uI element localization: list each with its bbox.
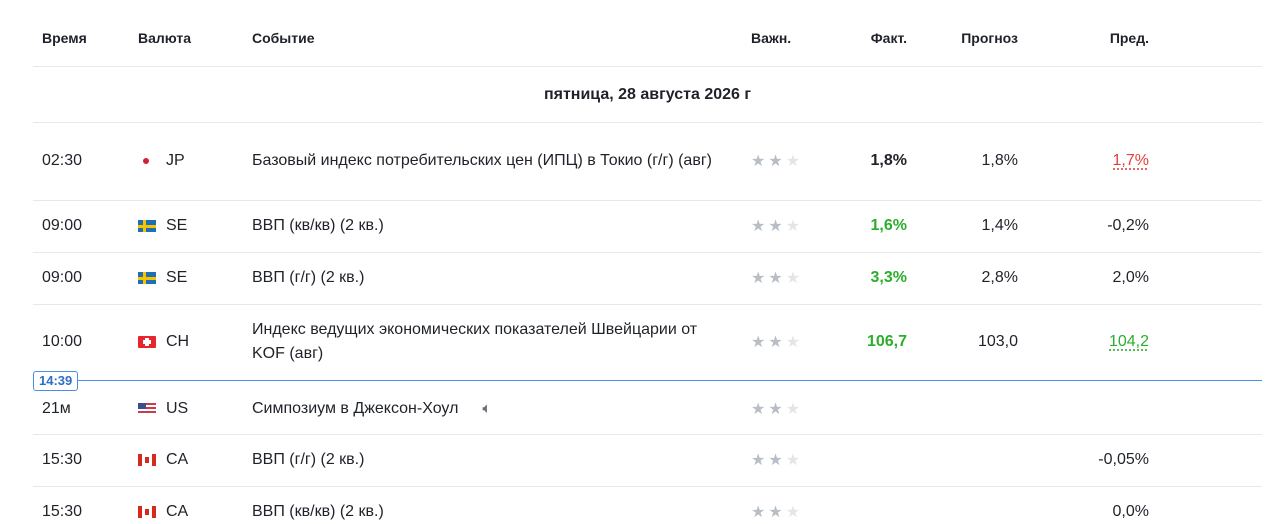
star-filled-icon: ★ <box>768 334 783 351</box>
canada-flag-icon <box>138 506 156 518</box>
star-filled-icon: ★ <box>768 452 783 469</box>
event-currency: SE <box>138 217 187 235</box>
event-title[interactable]: ВВП (кв/кв) (2 кв.) <box>252 500 722 524</box>
event-title[interactable]: Базовый индекс потребительских цен (ИПЦ)… <box>252 149 722 173</box>
currency-code: CA <box>166 503 189 520</box>
table-row[interactable]: 15:30 CA ВВП (кв/кв) (2 кв.) ★ ★ ★ 0,0% <box>33 486 1262 521</box>
header-previous[interactable]: Пред. <box>1110 30 1149 46</box>
event-title[interactable]: ВВП (г/г) (2 кв.) <box>252 266 722 290</box>
importance-stars: ★ ★ ★ <box>751 502 800 522</box>
usa-flag-icon <box>138 403 156 415</box>
event-time: 10:00 <box>42 333 83 350</box>
currency-code: SE <box>166 269 188 286</box>
event-currency: US <box>138 400 188 418</box>
importance-stars: ★ ★ ★ <box>751 216 800 236</box>
star-filled-icon: ★ <box>768 504 783 521</box>
star-empty-icon: ★ <box>785 401 801 418</box>
event-title[interactable]: Индекс ведущих экономических показателей… <box>252 318 722 366</box>
importance-stars: ★ ★ ★ <box>751 332 800 352</box>
event-forecast: 1,8% <box>981 152 1018 169</box>
canada-flag-icon <box>138 454 156 466</box>
event-previous: -0,05% <box>1098 451 1149 468</box>
event-title[interactable]: ВВП (кв/кв) (2 кв.) <box>252 214 722 238</box>
star-filled-icon: ★ <box>768 270 783 287</box>
current-time-line <box>33 380 1262 381</box>
event-time: 09:00 <box>42 269 83 286</box>
event-forecast: 1,4% <box>981 217 1018 234</box>
star-filled-icon: ★ <box>751 401 766 418</box>
speaker-icon[interactable]: 🔈︎ <box>482 397 491 421</box>
event-title-cell: Симпозиум в Джексон-Хоул 🔈︎ <box>252 397 722 421</box>
event-currency: CA <box>138 503 188 521</box>
sweden-flag-icon <box>138 220 156 232</box>
star-empty-icon: ★ <box>785 452 801 469</box>
table-row[interactable]: 02:30 JP Базовый индекс потребительских … <box>33 122 1262 201</box>
event-actual: 3,3% <box>870 269 907 286</box>
date-group-row: пятница, 28 августа 2026 г <box>33 66 1262 123</box>
star-filled-icon: ★ <box>751 452 766 469</box>
table-row[interactable]: 09:00 SE ВВП (кв/кв) (2 кв.) ★ ★ ★ 1,6% 1,… <box>33 200 1262 253</box>
header-actual[interactable]: Факт. <box>871 30 907 46</box>
event-currency: CH <box>138 333 189 351</box>
currency-code: CH <box>166 333 190 350</box>
star-filled-icon: ★ <box>768 153 783 170</box>
table-row[interactable]: 15:30 CA ВВП (г/г) (2 кв.) ★ ★ ★ -0,05% <box>33 434 1262 487</box>
event-actual: 1,6% <box>870 217 907 234</box>
star-filled-icon: ★ <box>751 334 766 351</box>
currency-code: CA <box>166 451 189 468</box>
event-forecast: 103,0 <box>977 333 1018 350</box>
japan-flag-icon <box>138 155 156 167</box>
importance-stars: ★ ★ ★ <box>751 268 800 288</box>
currency-code: US <box>166 400 189 417</box>
table-row[interactable]: 10:00 CH Индекс ведущих экономических по… <box>33 304 1262 380</box>
star-filled-icon: ★ <box>751 504 766 521</box>
event-time: 15:30 <box>42 451 83 468</box>
event-actual: 106,7 <box>866 333 907 350</box>
event-title[interactable]: Симпозиум в Джексон-Хоул <box>252 400 458 417</box>
star-empty-icon: ★ <box>785 334 801 351</box>
star-empty-icon: ★ <box>785 218 801 235</box>
importance-stars: ★ ★ ★ <box>751 450 800 470</box>
event-previous[interactable]: 1,7% <box>1113 152 1149 170</box>
sweden-flag-icon <box>138 272 156 284</box>
star-filled-icon: ★ <box>751 153 766 170</box>
event-actual: 1,8% <box>870 152 907 169</box>
event-previous: -0,2% <box>1107 217 1149 234</box>
calendar-header: Время Валюта Событие Важн. Факт. Прогноз… <box>33 0 1262 67</box>
star-empty-icon: ★ <box>785 153 801 170</box>
importance-stars: ★ ★ ★ <box>751 151 800 171</box>
header-event[interactable]: Событие <box>252 30 315 46</box>
star-empty-icon: ★ <box>785 270 801 287</box>
table-row[interactable]: 09:00 SE ВВП (г/г) (2 кв.) ★ ★ ★ 3,3% 2,8%… <box>33 252 1262 305</box>
event-time: 02:30 <box>42 152 83 169</box>
event-currency: CA <box>138 451 188 469</box>
event-time-countdown: 21м <box>42 400 71 417</box>
event-previous[interactable]: 104,2 <box>1109 333 1149 351</box>
star-filled-icon: ★ <box>768 401 783 418</box>
event-time: 15:30 <box>42 503 83 520</box>
header-importance[interactable]: Важн. <box>751 30 791 46</box>
event-currency: SE <box>138 269 187 287</box>
switzerland-flag-icon <box>138 336 156 348</box>
star-filled-icon: ★ <box>751 270 766 287</box>
currency-code: JP <box>166 152 185 169</box>
event-currency: JP <box>138 152 185 170</box>
event-time: 09:00 <box>42 217 83 234</box>
table-row[interactable]: 21м US Симпозиум в Джексон-Хоул 🔈︎ ★ ★ ★ <box>33 381 1262 435</box>
importance-stars: ★ ★ ★ <box>751 399 800 419</box>
star-empty-icon: ★ <box>785 504 801 521</box>
star-filled-icon: ★ <box>751 218 766 235</box>
star-filled-icon: ★ <box>768 218 783 235</box>
header-currency[interactable]: Валюта <box>138 30 191 46</box>
current-time-badge: 14:39 <box>33 371 79 391</box>
event-title[interactable]: ВВП (г/г) (2 кв.) <box>252 448 722 472</box>
header-forecast[interactable]: Прогноз <box>961 30 1018 46</box>
event-previous: 0,0% <box>1112 503 1149 520</box>
event-previous: 2,0% <box>1112 269 1149 286</box>
event-forecast: 2,8% <box>981 269 1018 286</box>
currency-code: SE <box>166 217 188 234</box>
header-time[interactable]: Время <box>42 30 87 46</box>
date-label: пятница, 28 августа 2026 г <box>543 86 752 103</box>
